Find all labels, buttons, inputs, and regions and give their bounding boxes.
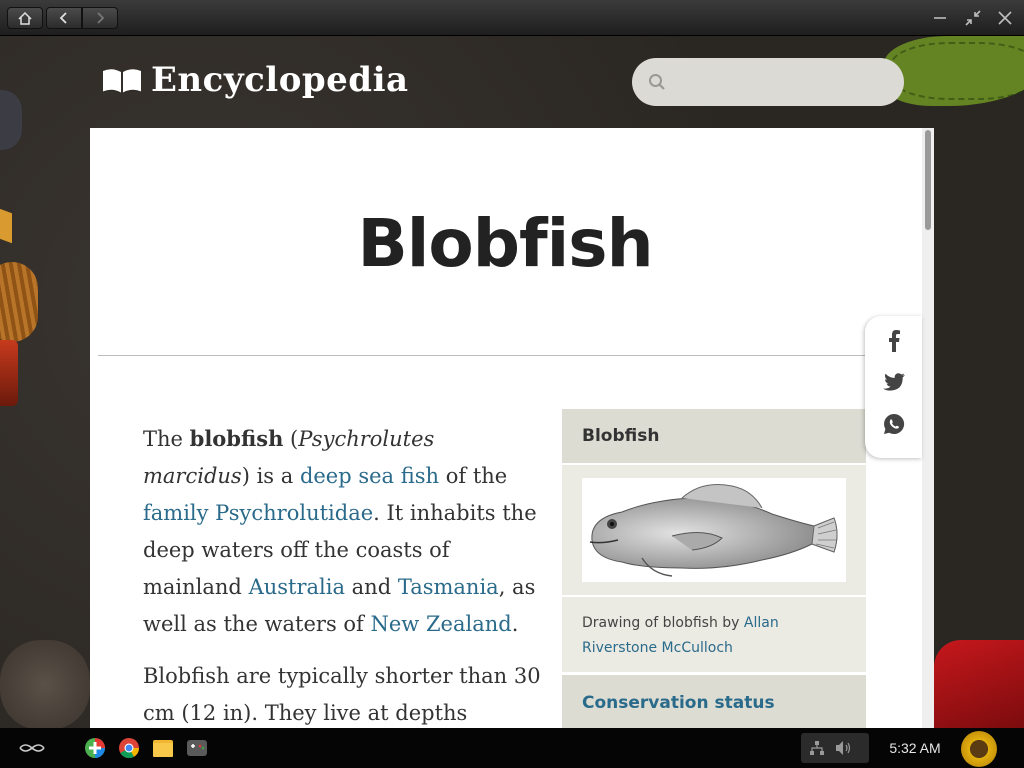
search-input[interactable] (676, 58, 904, 106)
desktop-decoration (934, 640, 1024, 730)
desktop-decoration (0, 340, 18, 406)
share-panel (865, 316, 922, 458)
add-app-button[interactable] (84, 737, 106, 759)
system-tray[interactable] (801, 733, 869, 763)
facebook-icon (889, 330, 900, 352)
app-title: Encyclopedia (151, 60, 409, 100)
infobox-title: Blobfish (562, 409, 866, 465)
launcher-button[interactable] (18, 737, 46, 759)
home-icon (18, 11, 32, 25)
minimize-button[interactable] (928, 6, 952, 30)
back-button[interactable] (46, 7, 82, 29)
desktop-decoration (884, 36, 1024, 106)
minimize-icon (934, 17, 946, 19)
open-book-icon (102, 69, 142, 94)
forward-button[interactable] (82, 7, 118, 29)
game-controller-icon (187, 740, 207, 756)
text-run: of the (439, 464, 508, 488)
infobox: Blobfish Drawing of blobfish by Allan Ri… (562, 409, 866, 731)
restore-button[interactable] (961, 6, 985, 30)
text-run: and (344, 575, 398, 599)
whatsapp-icon (884, 413, 905, 434)
article-title: Blobfish (357, 205, 653, 282)
window-titlebar (0, 0, 1024, 36)
launcher-icon (19, 744, 45, 752)
link-australia[interactable]: Australia (249, 575, 345, 599)
text-run: . (511, 612, 519, 636)
volume-icon (836, 741, 851, 755)
facebook-share-button[interactable] (882, 329, 906, 353)
paragraph-size: Blobfish are typically shorter than 30 c… (143, 664, 541, 725)
desktop-decoration (0, 640, 90, 730)
chevron-left-icon (59, 12, 67, 24)
infobox-caption: Drawing of blobfish by Allan Riverstone … (562, 597, 866, 675)
chrome-icon (119, 738, 140, 759)
text-run: The (143, 427, 190, 451)
article-body: The blobfish (Psychrolutes marcidus) is … (143, 420, 543, 747)
conservation-status-heading[interactable]: Conservation status (562, 675, 866, 731)
search-bar[interactable] (632, 58, 904, 106)
search-icon (649, 74, 665, 90)
twitter-icon (883, 373, 905, 391)
infobox-image-cell (562, 465, 866, 597)
twitter-share-button[interactable] (882, 370, 906, 394)
desktop-decoration (0, 90, 22, 150)
whatsapp-share-button[interactable] (882, 412, 906, 436)
files-button[interactable] (152, 737, 174, 759)
link-deep-sea-fish[interactable]: deep sea fish (300, 464, 439, 488)
encyclopedia-app-button[interactable] (186, 737, 208, 759)
chevron-right-icon (97, 12, 105, 24)
folder-icon (153, 740, 173, 757)
home-button[interactable] (7, 7, 43, 29)
close-icon (998, 11, 1012, 25)
taskbar (0, 728, 1024, 768)
network-icon (810, 741, 824, 755)
chrome-button[interactable] (118, 737, 140, 759)
text-run: ( (283, 427, 299, 451)
link-new-zealand[interactable]: New Zealand (371, 612, 512, 636)
title-divider (98, 355, 868, 356)
caption-text: Drawing of blobfish by (582, 615, 744, 631)
clock[interactable]: 5:32 AM (884, 738, 946, 758)
paragraph-intro: The blobfish (Psychrolutes marcidus) is … (143, 420, 543, 643)
user-avatar[interactable] (961, 731, 997, 767)
link-tasmania[interactable]: Tasmania (398, 575, 499, 599)
add-app-icon (85, 738, 105, 758)
link-family-psychrolutidae[interactable]: family Psychrolutidae (143, 501, 373, 525)
restore-icon (965, 10, 981, 26)
blobfish-image[interactable] (582, 478, 846, 582)
bold-term: blobfish (189, 426, 284, 451)
close-button[interactable] (993, 6, 1017, 30)
app-brand[interactable]: Encyclopedia (101, 56, 409, 104)
text-run: ) is a (241, 464, 300, 488)
blobfish-drawing (589, 484, 838, 577)
